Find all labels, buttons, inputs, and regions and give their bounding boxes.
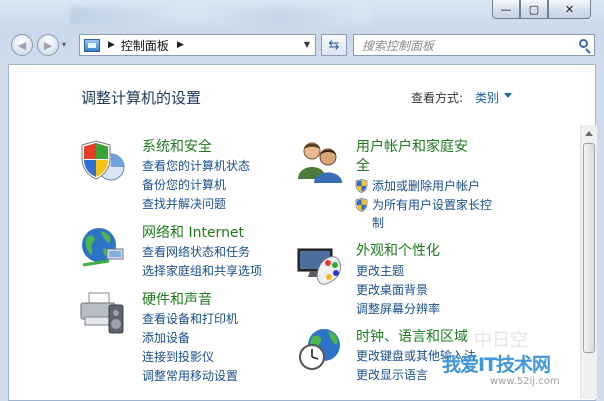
link-screen-resolution[interactable]: 调整屏幕分辨率 <box>356 302 440 317</box>
breadcrumb-chevron-icon[interactable]: ▶ <box>108 40 115 50</box>
control-panel-window: — ▢ ✕ ◀ ▶ ▾ ▶ 控制面板 ▶ ▼ ⇆ 调整计算机的设置 查看方式: … <box>0 0 604 401</box>
watermark-text: 我爱IT技术网 <box>442 354 551 376</box>
link-troubleshoot[interactable]: 查找并解决问题 <box>142 197 226 212</box>
category-title-clock-language-region[interactable]: 时钟、语言和区域 <box>356 328 468 346</box>
link-change-display-language[interactable]: 更改显示语言 <box>356 368 428 383</box>
recent-pages-dropdown[interactable]: ▾ <box>62 40 66 49</box>
back-button[interactable]: ◀ <box>11 34 33 56</box>
forward-arrow-icon: ▶ <box>43 38 53 52</box>
chevron-down-icon[interactable] <box>504 93 512 98</box>
category-title-system-security[interactable]: 系统和安全 <box>142 138 212 156</box>
refresh-button[interactable]: ⇆ <box>321 34 347 56</box>
category-title-network-internet[interactable]: 网络和 Internet <box>142 224 244 242</box>
link-change-theme[interactable]: 更改主题 <box>356 264 404 279</box>
watermark-url: www.52ij.com <box>490 376 560 387</box>
clock-globe-icon[interactable] <box>296 327 344 371</box>
link-add-remove-accounts[interactable]: 添加或删除用户帐户 <box>372 179 480 194</box>
link-parental-controls-cont[interactable]: 制 <box>372 216 384 231</box>
maximize-button[interactable]: ▢ <box>520 0 548 19</box>
breadcrumb-control-panel[interactable]: 控制面板 <box>121 37 169 54</box>
link-network-status[interactable]: 查看网络状态和任务 <box>142 245 250 260</box>
page-title: 调整计算机的设置 <box>81 89 202 107</box>
link-add-device[interactable]: 添加设备 <box>142 331 190 346</box>
refresh-icon: ⇆ <box>328 37 340 53</box>
category-title-user-accounts-line2[interactable]: 全 <box>356 157 370 175</box>
link-mobility-settings[interactable]: 调整常用移动设置 <box>142 369 238 384</box>
forward-button[interactable]: ▶ <box>37 34 59 56</box>
breadcrumb-chevron-icon[interactable]: ▶ <box>177 40 184 50</box>
link-view-computer-status[interactable]: 查看您的计算机状态 <box>142 159 250 174</box>
users-icon[interactable] <box>296 139 344 183</box>
uac-shield-icon <box>355 179 368 193</box>
view-mode-dropdown[interactable]: 类别 <box>475 89 499 106</box>
link-homegroup-sharing[interactable]: 选择家庭组和共享选项 <box>142 264 262 279</box>
uac-shield-icon <box>355 198 368 212</box>
minimize-button[interactable]: — <box>492 0 520 19</box>
view-by-label: 查看方式: <box>411 91 464 105</box>
link-change-wallpaper[interactable]: 更改桌面背景 <box>356 283 428 298</box>
close-button[interactable]: ✕ <box>548 0 591 19</box>
category-title-user-accounts-line1[interactable]: 用户帐户和家庭安 <box>356 138 468 156</box>
search-box[interactable] <box>353 34 595 56</box>
address-dropdown-icon[interactable]: ▼ <box>304 40 310 49</box>
title-bar-blur <box>70 6 370 24</box>
display-palette-icon[interactable] <box>296 243 344 287</box>
scroll-thumb[interactable] <box>583 143 595 353</box>
category-title-appearance[interactable]: 外观和个性化 <box>356 242 440 260</box>
globe-network-icon[interactable] <box>79 225 127 269</box>
shield-pie-icon[interactable] <box>79 139 127 183</box>
control-panel-icon <box>84 38 100 52</box>
link-connect-projector[interactable]: 连接到投影仪 <box>142 350 214 365</box>
link-parental-controls[interactable]: 为所有用户设置家长控 <box>372 198 492 213</box>
back-arrow-icon: ◀ <box>17 38 27 52</box>
category-title-hardware-sound[interactable]: 硬件和声音 <box>142 291 212 309</box>
watermark: 中日空 我爱IT技术网 www.52ij.com <box>434 330 604 401</box>
scroll-up-button[interactable] <box>581 125 597 141</box>
link-backup-computer[interactable]: 备份您的计算机 <box>142 178 226 193</box>
search-icon[interactable] <box>579 39 588 48</box>
watermark-ghost-text: 中日空 <box>474 330 528 351</box>
link-devices-printers[interactable]: 查看设备和打印机 <box>142 312 238 327</box>
search-input[interactable] <box>362 37 562 55</box>
address-bar[interactable]: ▶ 控制面板 ▶ ▼ <box>79 34 316 56</box>
printer-speaker-icon[interactable] <box>79 291 127 335</box>
